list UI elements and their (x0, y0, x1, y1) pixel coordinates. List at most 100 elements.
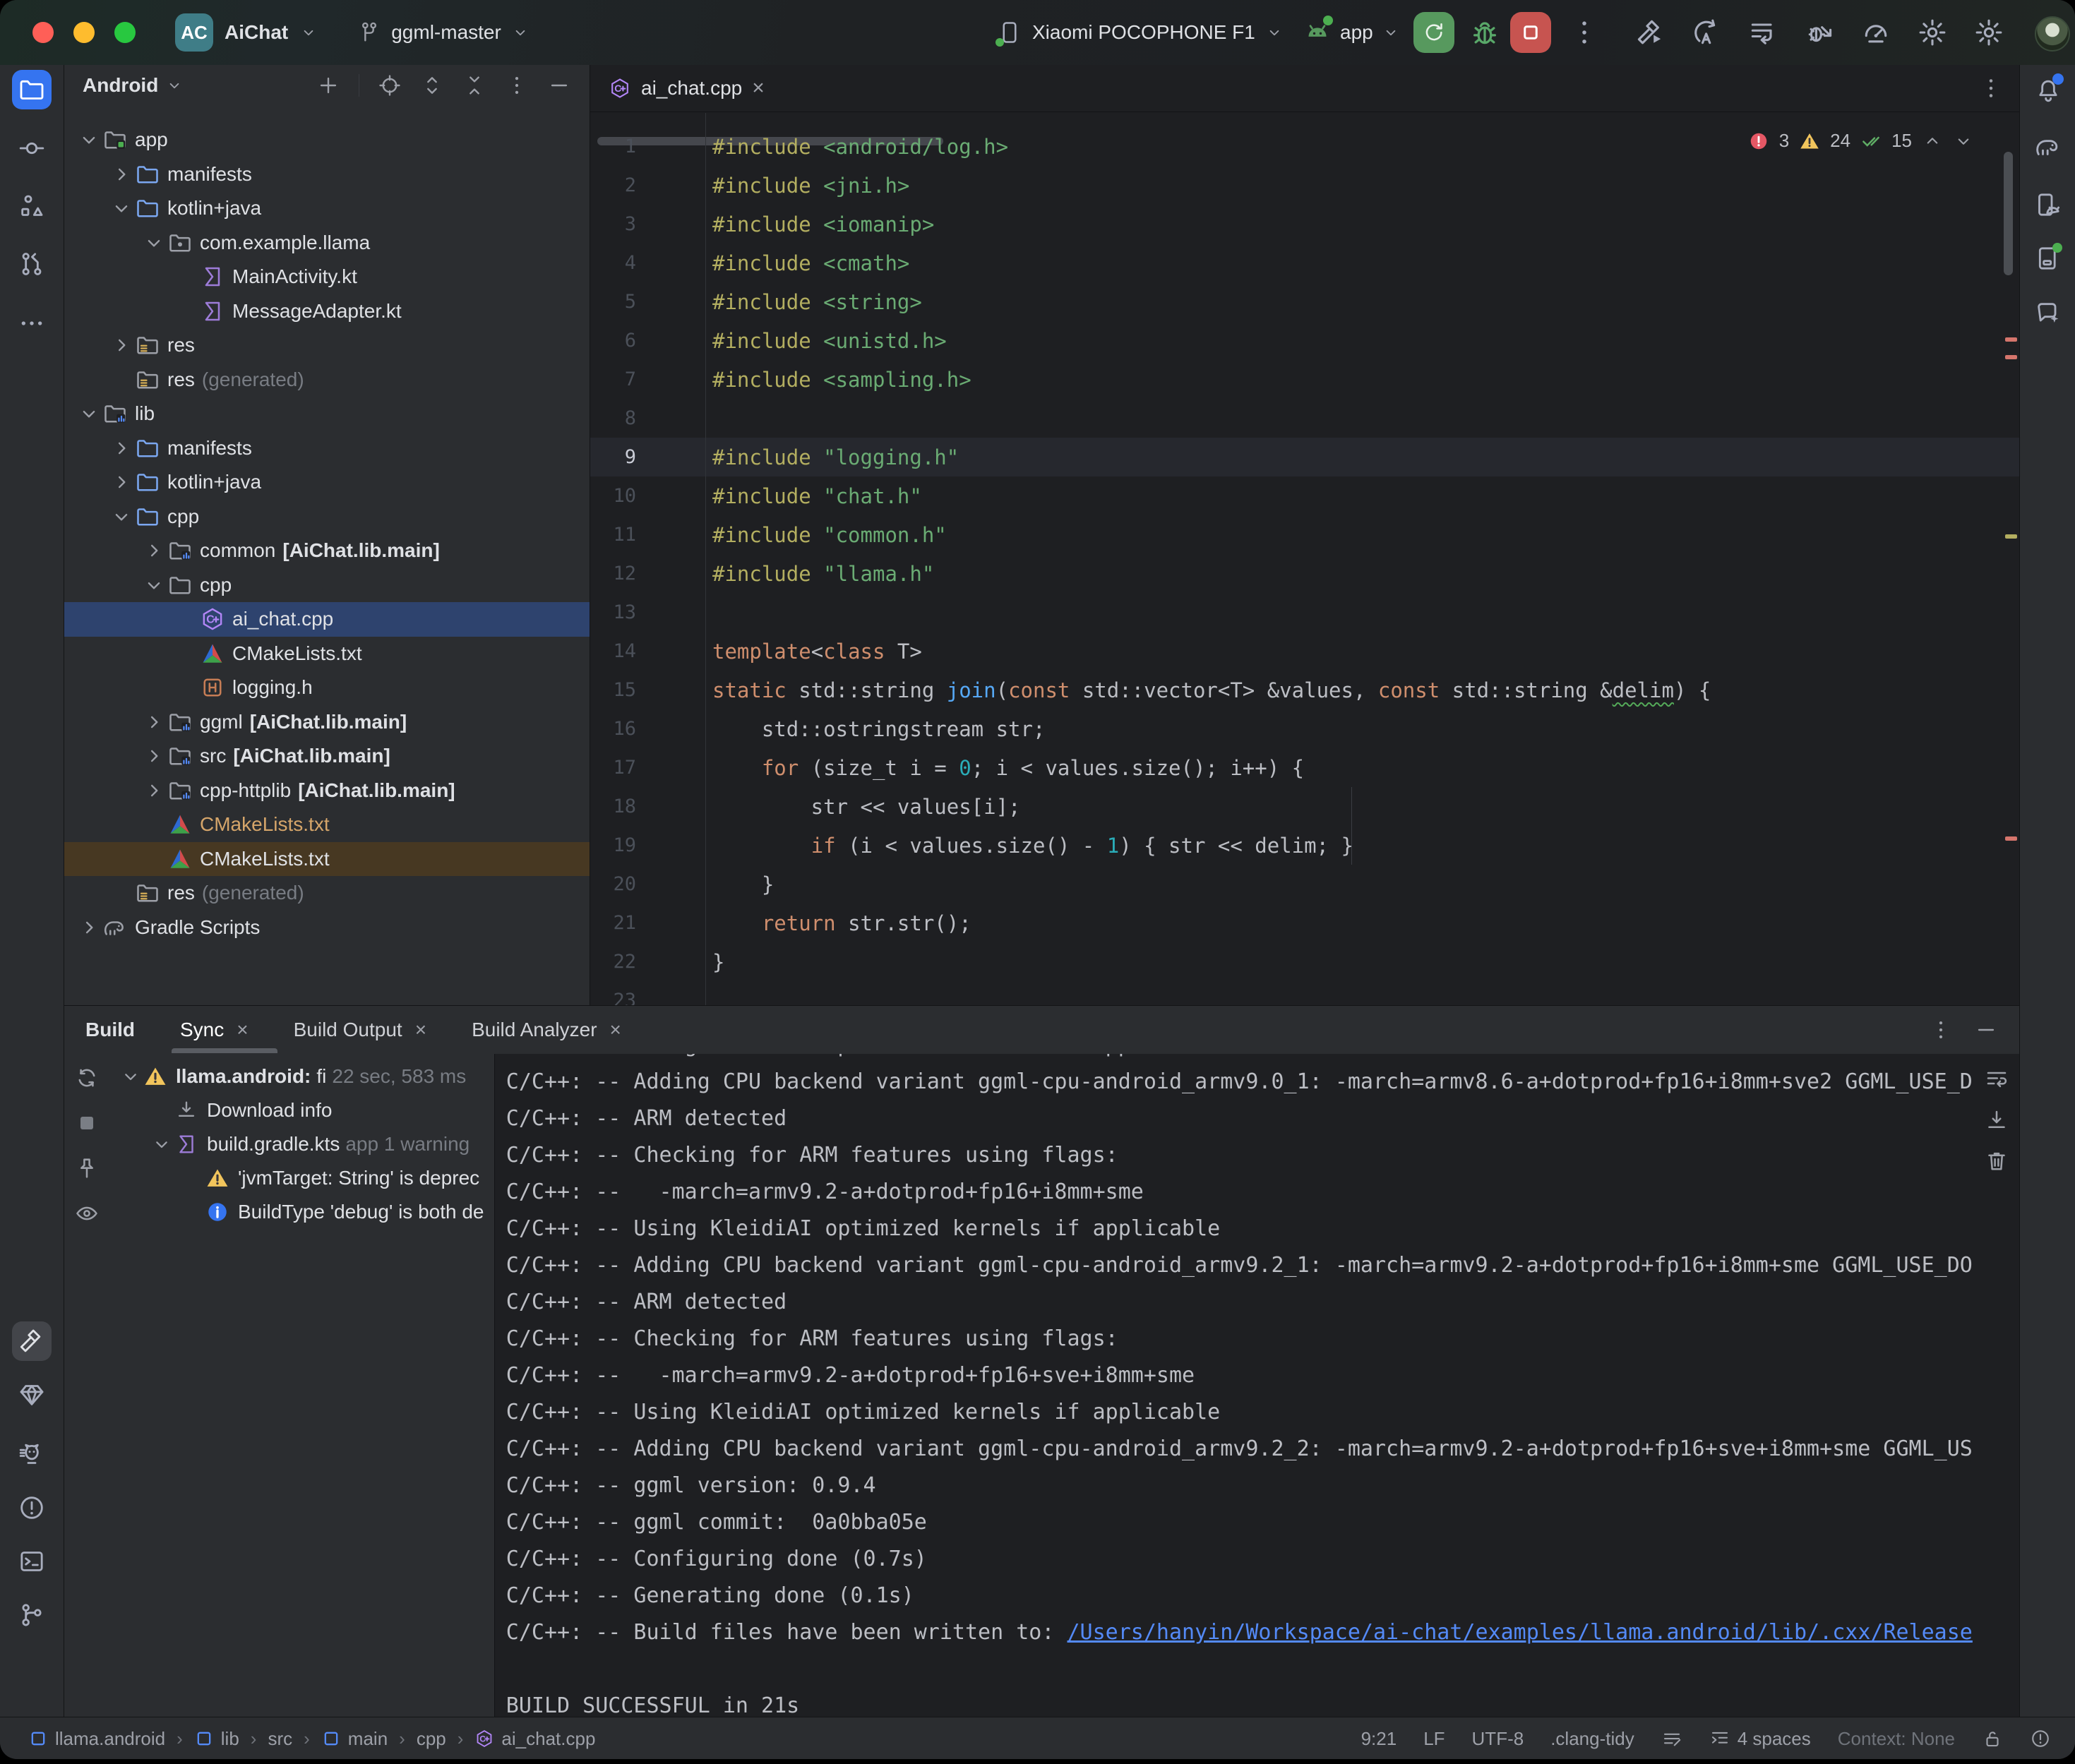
breadcrumb-ai-chat-cpp[interactable]: Cai_chat.cpp (474, 1728, 595, 1750)
next-problem-icon[interactable] (1953, 131, 1974, 152)
error-stripe-mark[interactable] (2005, 836, 2017, 841)
chevron-right-icon[interactable] (108, 162, 135, 186)
breadcrumb-lib[interactable]: lib (194, 1728, 239, 1750)
tool-device-manager-button[interactable] (2028, 185, 2068, 224)
project-widget[interactable]: AC AiChat (175, 13, 318, 52)
tool-structure-button[interactable] (12, 186, 52, 226)
debug-button[interactable] (1469, 17, 1501, 49)
chevron-right-icon[interactable] (140, 710, 167, 734)
device-selector[interactable]: Xiaomi POCOPHONE F1 (997, 20, 1284, 45)
tree-item-gradle-scripts[interactable]: Gradle Scripts (64, 911, 590, 945)
chevron-right-icon[interactable] (140, 779, 167, 803)
chevron-right-icon[interactable] (108, 333, 135, 357)
tool-gradle-button[interactable] (2028, 127, 2068, 167)
tree-item-manifests[interactable]: manifests (64, 431, 590, 466)
breadcrumb-llama-android[interactable]: llama.android (28, 1728, 165, 1750)
build-tree-item[interactable]: build.gradle.kts app 1 warning (118, 1127, 494, 1161)
build-tab-build-analyzer[interactable]: Build Analyzer× (472, 1019, 621, 1041)
chevron-down-icon[interactable] (118, 1065, 143, 1088)
status-context-none[interactable]: Context: None (1838, 1728, 1955, 1750)
search-everywhere-button[interactable] (1917, 17, 1948, 48)
close-tab-icon[interactable]: × (752, 78, 765, 99)
build-button[interactable] (1634, 17, 1666, 48)
build-tree-item[interactable]: BuildType 'debug' is both de (118, 1195, 494, 1229)
breadcrumb-src[interactable]: src (268, 1728, 292, 1750)
chevron-down-icon[interactable] (108, 196, 135, 220)
status-9-21[interactable]: 9:21 (1361, 1728, 1397, 1750)
build-console[interactable]: C/C++: -- Using KleidiAI optimized kerne… (494, 1054, 2019, 1717)
tool-problems-button[interactable] (12, 1488, 52, 1528)
build-variants-button[interactable] (1747, 17, 1778, 48)
tool-notifications-button[interactable] (2028, 71, 2068, 110)
tool-version-control-button[interactable] (12, 1595, 52, 1635)
tree-item-cpp[interactable]: cpp (64, 568, 590, 603)
status-warn-circle[interactable] (2030, 1728, 2051, 1749)
tree-item-messageadapter-kt[interactable]: MessageAdapter.kt (64, 294, 590, 329)
tree-item-kotlin-java[interactable]: kotlin+java (64, 465, 590, 500)
build-tab-sync[interactable]: Sync× (180, 1019, 249, 1041)
tree-item-ggml[interactable]: ggml[AiChat.lib.main] (64, 705, 590, 740)
tree-item-res[interactable]: res(generated) (64, 363, 590, 397)
tool-vcs-update-button[interactable] (12, 244, 52, 284)
run-config-selector[interactable]: app (1303, 18, 1400, 47)
chevron-down-icon[interactable] (76, 402, 102, 426)
chevron-down-icon[interactable] (76, 128, 102, 152)
tree-item-ai-chat-cpp[interactable]: Cai_chat.cpp (64, 602, 590, 637)
editor-options-icon[interactable] (1978, 76, 2004, 101)
tree-item-logging-h[interactable]: logging.h (64, 671, 590, 705)
chevron-down-icon[interactable] (149, 1133, 174, 1156)
sync-project-button[interactable] (1691, 17, 1722, 48)
editor[interactable]: C ai_chat.cpp × 1#include <android/log.h… (590, 65, 2019, 1005)
stop-button[interactable] (1510, 12, 1551, 53)
tool-project-button[interactable] (12, 70, 52, 109)
tool-app-quality-insights-button[interactable] (12, 1375, 52, 1415)
tree-item-lib[interactable]: lib (64, 397, 590, 431)
tool-more-tool-windows-button[interactable] (12, 304, 52, 343)
minimize-window-button[interactable] (73, 22, 95, 43)
tool-gemini-button[interactable] (2028, 294, 2068, 333)
prev-problem-icon[interactable] (1922, 131, 1943, 152)
status-4-spaces[interactable]: 4 spaces (1709, 1728, 1811, 1750)
error-stripe-mark[interactable] (2005, 337, 2017, 342)
more-run-actions-button[interactable] (1569, 17, 1600, 48)
chevron-right-icon[interactable] (108, 470, 135, 494)
warning-stripe-mark[interactable] (2005, 534, 2017, 539)
tree-item-app[interactable]: app (64, 123, 590, 157)
editor-scrollbar-thumb[interactable] (2004, 152, 2013, 275)
breadcrumb-cpp[interactable]: cpp (417, 1728, 446, 1750)
tool-running-devices-button[interactable] (2028, 239, 2068, 278)
maximize-window-button[interactable] (114, 22, 136, 43)
tree-item-cmakelists-txt[interactable]: CMakeLists.txt (64, 637, 590, 671)
tree-item-kotlin-java[interactable]: kotlin+java (64, 191, 590, 226)
status-lock[interactable] (1982, 1728, 2003, 1749)
chevron-right-icon[interactable] (76, 916, 102, 940)
chevron-right-icon[interactable] (140, 744, 167, 768)
close-window-button[interactable] (32, 22, 54, 43)
profiler-button[interactable] (1860, 17, 1891, 48)
build-tree-item[interactable]: Download info (118, 1093, 494, 1127)
tree-item-cmakelists-txt[interactable]: CMakeLists.txt (64, 808, 590, 842)
chevron-right-icon[interactable] (140, 539, 167, 563)
status-formatter[interactable] (1661, 1728, 1682, 1749)
chevron-down-icon[interactable] (140, 573, 167, 597)
close-icon[interactable]: × (415, 1020, 426, 1040)
close-icon[interactable]: × (610, 1020, 621, 1040)
tree-item-res[interactable]: res (64, 328, 590, 363)
build-output-path-link[interactable]: /Users/hanyin/Workspace/ai-chat/examples… (1068, 1620, 1973, 1645)
tool-terminal-button[interactable] (12, 1542, 52, 1581)
chevron-down-icon[interactable] (140, 231, 167, 255)
tab-ai-chat-cpp[interactable]: C ai_chat.cpp × (590, 65, 783, 112)
build-tree-item[interactable]: llama.android: fi 22 sec, 583 ms (118, 1060, 494, 1093)
error-stripe-mark[interactable] (2005, 355, 2017, 359)
chevron-down-icon[interactable] (108, 505, 135, 529)
status-utf-8[interactable]: UTF-8 (1472, 1728, 1524, 1750)
tree-item-mainactivity-kt[interactable]: MainActivity.kt (64, 260, 590, 294)
tree-item-com-example-llama[interactable]: com.example.llama (64, 226, 590, 260)
tree-item-cpp[interactable]: cpp (64, 500, 590, 534)
inspections-widget[interactable]: 3 24 15 (1748, 130, 1974, 152)
tree-item-cpp-httplib[interactable]: cpp-httplib[AiChat.lib.main] (64, 774, 590, 808)
chevron-right-icon[interactable] (108, 436, 135, 460)
tool-commit-button[interactable] (12, 128, 52, 168)
close-icon[interactable]: × (237, 1020, 248, 1040)
tree-item-cmakelists-txt[interactable]: CMakeLists.txt (64, 842, 590, 877)
